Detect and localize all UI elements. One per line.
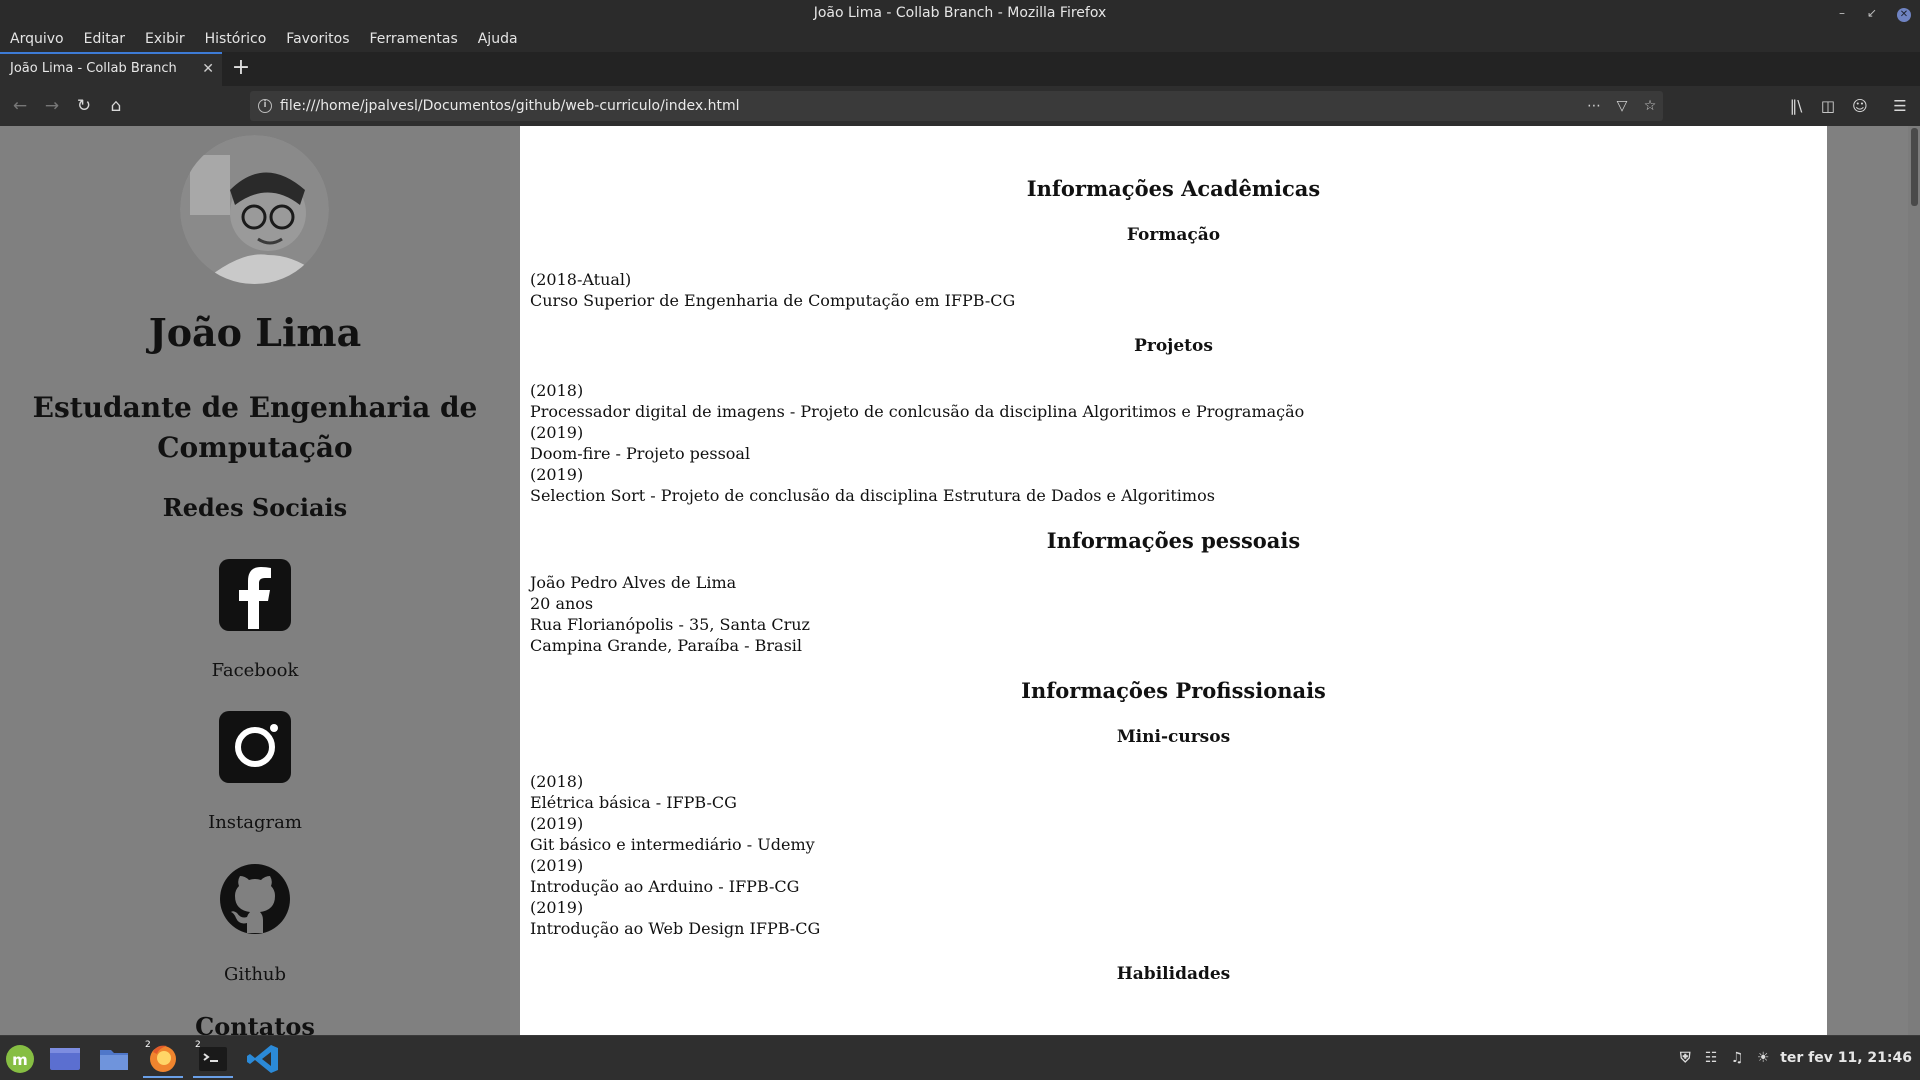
scrollbar-thumb[interactable] <box>1911 128 1918 206</box>
formation-line: Curso Superior de Engenharia de Computaç… <box>530 291 1016 310</box>
formation-heading: Formação <box>1126 225 1221 245</box>
info-icon[interactable]: i <box>258 99 272 113</box>
mint-menu-icon[interactable]: m <box>0 1040 40 1078</box>
instagram-link[interactable]: Instagram <box>0 812 510 833</box>
academic-heading: Informações Acadêmicas <box>1026 176 1321 201</box>
menu-ferramentas[interactable]: Ferramentas <box>360 26 468 52</box>
terminal-icon[interactable]: 2 <box>193 1040 233 1078</box>
professional-heading: Informações Profissionais <box>1021 678 1326 703</box>
menu-favoritos[interactable]: Favoritos <box>276 26 359 52</box>
menu-exibir[interactable]: Exibir <box>135 26 195 52</box>
avatar <box>180 135 329 284</box>
menu-bar: Arquivo Editar Exibir Histórico Favoritos Fer… <box>0 26 1920 52</box>
resume-content: Informações Acadêmicas Formação (2018-At… <box>520 126 1827 1035</box>
course-line: (2019) <box>530 856 584 875</box>
profile-sidebar: João Lima Estudante de Engenharia de Com… <box>0 126 520 1035</box>
projects-heading: Projetos <box>1134 336 1213 356</box>
facebook-icon[interactable] <box>219 559 291 631</box>
page-actions-icon[interactable]: ⋯ <box>1583 95 1605 117</box>
course-line: (2018) <box>530 772 584 791</box>
navigation-bar: ← → ↻ ⌂ i file:///home/jpalvesl/Document… <box>0 86 1920 126</box>
menu-arquivo[interactable]: Arquivo <box>0 26 74 52</box>
project-line: (2019) <box>530 465 584 484</box>
window-titlebar: João Lima - Collab Branch - Mozilla Fire… <box>0 0 1920 26</box>
menu-historico[interactable]: Histórico <box>195 26 277 52</box>
tab-strip: João Lima - Collab Branch ✕ + <box>0 52 1920 86</box>
course-line: Git básico e intermediário - Udemy <box>530 835 815 854</box>
firefox-icon[interactable]: 2 <box>143 1040 183 1078</box>
shield-icon[interactable]: ⛨ <box>1676 1049 1694 1067</box>
courses-heading: Mini-cursos <box>1116 727 1231 747</box>
formation-line: (2018-Atual) <box>530 270 632 289</box>
bookmark-star-icon[interactable]: ☆ <box>1639 95 1661 117</box>
project-line: (2019) <box>530 423 584 442</box>
volume-icon[interactable]: ♫ <box>1728 1049 1746 1067</box>
github-link[interactable]: Github <box>0 964 510 985</box>
forward-button[interactable]: → <box>38 92 66 120</box>
personal-heading: Informações pessoais <box>1046 528 1301 553</box>
pocket-icon[interactable]: ▽ <box>1611 95 1633 117</box>
terminal-window-count: 2 <box>195 1040 201 1050</box>
menu-editar[interactable]: Editar <box>74 26 135 52</box>
tab-title: João Lima - Collab Branch <box>10 61 177 76</box>
sidebar-toggle-icon[interactable]: ◫ <box>1814 92 1842 120</box>
course-line: Introdução ao Web Design IFPB-CG <box>530 919 821 938</box>
restore-button[interactable]: ↙ <box>1858 0 1886 26</box>
svg-text:m: m <box>12 1051 28 1069</box>
social-heading: Redes Sociais <box>162 493 348 522</box>
scrollbar-track[interactable] <box>1908 126 1920 1035</box>
instagram-icon[interactable] <box>219 711 291 783</box>
personal-line: João Pedro Alves de Lima <box>530 573 737 592</box>
web-page: João Lima Estudante de Engenharia de Com… <box>0 126 1920 1035</box>
tab-close-icon[interactable]: ✕ <box>202 54 214 84</box>
hamburger-menu-icon[interactable]: ☰ <box>1886 92 1914 120</box>
minimize-button[interactable]: – <box>1828 0 1856 26</box>
taskbar: m 2 2 ⛨ ☷ ♫ ☀ ter fev 11, 21:46 <box>0 1035 1920 1080</box>
home-button[interactable]: ⌂ <box>102 92 130 120</box>
reload-button[interactable]: ↻ <box>70 92 98 120</box>
project-line: Processador digital de imagens - Projeto… <box>530 402 1305 421</box>
course-line: Elétrica básica - IFPB-CG <box>530 793 737 812</box>
url-bar[interactable]: i file:///home/jpalvesl/Documentos/githu… <box>250 91 1663 121</box>
clock[interactable]: ter fev 11, 21:46 <box>1780 1050 1912 1066</box>
facebook-link[interactable]: Facebook <box>0 660 510 681</box>
course-line: (2019) <box>530 814 584 833</box>
library-icon[interactable]: ‖\ <box>1782 92 1810 120</box>
network-icon[interactable]: ☷ <box>1702 1049 1720 1067</box>
skills-heading: Habilidades <box>1116 964 1231 984</box>
close-icon: ✕ <box>1897 8 1911 22</box>
menu-ajuda[interactable]: Ajuda <box>468 26 528 52</box>
brightness-icon[interactable]: ☀ <box>1754 1049 1772 1067</box>
new-tab-button[interactable]: + <box>228 52 254 86</box>
window-title: João Lima - Collab Branch - Mozilla Fire… <box>813 5 1107 21</box>
personal-line: Rua Florianópolis - 35, Santa Cruz <box>530 615 810 634</box>
tab-active[interactable]: João Lima - Collab Branch ✕ <box>0 52 222 86</box>
url-text[interactable]: file:///home/jpalvesl/Documentos/github/… <box>280 91 739 121</box>
files-icon[interactable] <box>94 1040 134 1078</box>
back-button[interactable]: ← <box>6 92 34 120</box>
person-name: João Lima <box>148 310 362 355</box>
show-desktop-icon[interactable] <box>44 1040 84 1078</box>
system-tray: ⛨ ☷ ♫ ☀ ter fev 11, 21:46 <box>1676 1036 1912 1080</box>
project-line: Doom-fire - Projeto pessoal <box>530 444 751 463</box>
person-role: Estudante de Engenharia de Computação <box>32 391 478 464</box>
firefox-window-count: 2 <box>145 1040 151 1050</box>
page-right-margin <box>1827 126 1908 1035</box>
vscode-icon[interactable] <box>243 1040 283 1078</box>
account-icon[interactable]: ☺ <box>1846 92 1874 120</box>
close-window-button[interactable]: ✕ <box>1890 0 1918 26</box>
personal-line: 20 anos <box>530 594 594 613</box>
github-icon[interactable] <box>219 863 291 935</box>
project-line: (2018) <box>530 381 584 400</box>
contacts-heading: Contatos <box>195 1012 315 1035</box>
course-line: (2019) <box>530 898 584 917</box>
course-line: Introdução ao Arduino - IFPB-CG <box>530 877 800 896</box>
project-line: Selection Sort - Projeto de conclusão da… <box>530 486 1215 505</box>
personal-line: Campina Grande, Paraíba - Brasil <box>530 636 803 655</box>
